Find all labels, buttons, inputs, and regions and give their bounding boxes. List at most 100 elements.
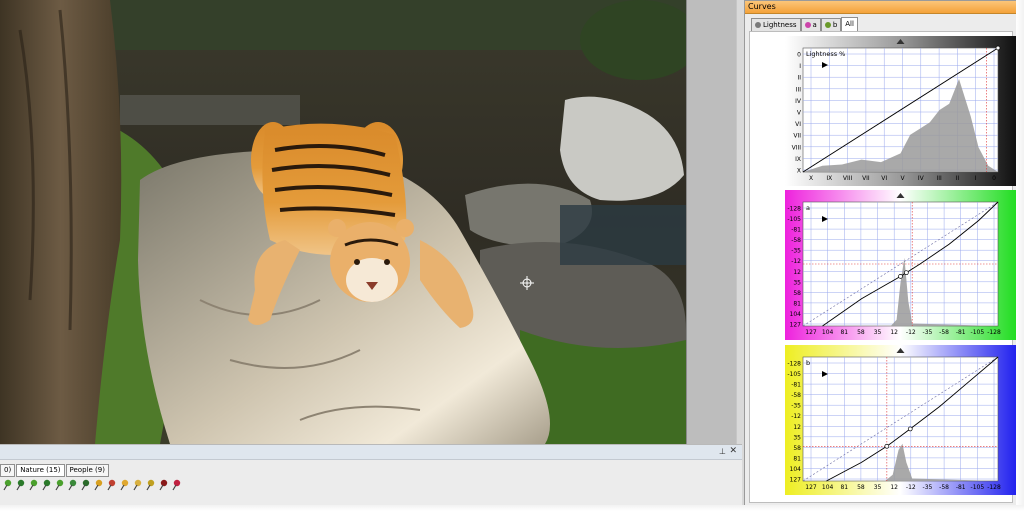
tab-people[interactable]: People (9) [65,464,109,477]
y-tick-label: -12 [791,413,801,420]
y-tick-label: -35 [791,248,801,255]
y-tick-label: -81 [791,382,801,389]
tab-lightness[interactable]: Lightness [751,18,801,31]
tab-lightness-label: Lightness [763,21,797,29]
x-tick-label: 104 [822,329,834,336]
y-tick-label: VII [793,133,801,140]
curve-node [884,443,890,449]
curve-node [907,426,913,432]
x-tick-label: -128 [987,329,1001,336]
lightness-channel-icon [755,22,761,28]
y-tick-label: 81 [793,300,801,307]
curves-panel-title: Curves [745,1,1017,14]
y-tick-label: IV [795,98,802,105]
tab-a[interactable]: a [800,18,821,31]
y-tick-label: -128 [787,206,801,213]
pin-marker-icon[interactable] [145,479,156,491]
x-tick-label: -105 [971,484,985,491]
pin-marker-icon[interactable] [67,479,78,491]
pin-icon[interactable]: ⊥ [719,447,726,456]
y-tick-label: VIII [792,144,802,151]
y-tick-label: 12 [793,424,801,431]
pin-marker-icon[interactable] [106,479,117,491]
curves-panel: Curves Lightness a b All 0 I II III IV V VI VII VII… [744,0,1018,507]
tab-b-label: b [832,21,838,29]
y-tick-label: 35 [793,434,801,441]
y-tick-label: -58 [791,392,801,399]
x-tick-label: 12 [890,329,898,336]
photo-canvas[interactable] [0,0,686,444]
y-tick-label: 58 [793,445,801,452]
window-shadow-bottom [0,505,1024,511]
y-tick-label: -35 [791,403,801,410]
x-tick-label: -128 [987,484,1001,491]
tab-previous-category[interactable]: 0) [0,464,16,477]
x-tick-label: 12 [890,484,898,491]
x-tick-label: 0 [992,175,996,182]
pin-marker-icon[interactable] [171,479,182,491]
x-tick-label: 127 [805,484,817,491]
x-tick-label: -35 [923,484,933,491]
x-tick-label: 35 [874,329,882,336]
tab-a-label: a [812,21,817,29]
y-tick-label: IX [795,156,801,163]
curve-node [903,270,909,276]
curves-area: 0 I II III IV V VI VII VIII IX X X IX VIII VII VI V IV III… [749,31,1016,503]
x-tick-label: -58 [939,329,949,336]
x-tick-label: -105 [971,329,985,336]
curve-node [898,274,903,279]
x-tick-label: 127 [805,329,817,336]
x-tick-label: 58 [857,484,865,491]
x-tick-label: II [956,175,960,182]
tab-b[interactable]: b [820,18,842,31]
y-tick-label: VI [795,121,801,128]
tab-nature[interactable]: Nature (15) [16,464,65,477]
organizer-header: ⊥ ✕ [0,445,742,460]
vertical-scroll-track[interactable] [686,0,737,444]
pin-marker-icon[interactable] [119,479,130,491]
a-curve-box[interactable]: -128 -105 -81 -58 -35 -12 12 35 58 81 104 127 127 104… [785,190,1016,340]
b-channel-icon [824,22,831,28]
y-tick-label: -128 [787,361,801,368]
x-tick-label: -81 [956,484,966,491]
a-channel-icon [804,22,811,28]
y-tick-label: -12 [791,258,801,265]
x-tick-label: IX [826,175,832,182]
pin-marker-icon[interactable] [80,479,91,491]
y-tick-label: -58 [791,237,801,244]
y-tick-label: III [796,86,802,93]
pin-marker-icon[interactable] [54,479,65,491]
x-tick-label: -35 [923,329,933,336]
b-curve-box[interactable]: -128 -105 -81 -58 -35 -12 12 35 58 81 104 127 127 104… [785,345,1016,495]
pin-marker-icon[interactable] [132,479,143,491]
x-tick-label: 35 [874,484,882,491]
x-tick-label: 104 [822,484,834,491]
x-tick-label: VII [862,175,870,182]
x-tick-label: -12 [906,329,916,336]
x-tick-label: X [809,175,813,182]
close-icon[interactable]: ✕ [729,446,737,456]
y-tick-label: -81 [791,227,801,234]
y-tick-label: II [797,75,801,82]
pin-marker-icon[interactable] [158,479,169,491]
pin-marker-icon[interactable] [28,479,39,491]
lightness-curve-box[interactable]: 0 I II III IV V VI VII VIII IX X X IX VIII VII VI V IV III… [785,36,1016,186]
tab-all[interactable]: All [841,17,858,31]
y-tick-label: 0 [797,52,801,59]
y-tick-label: -105 [787,216,801,223]
x-tick-label: -12 [906,484,916,491]
y-tick-label: 35 [793,279,801,286]
pin-marker-icon[interactable] [41,479,52,491]
y-tick-label: 81 [793,455,801,462]
pin-marker-icon[interactable] [2,479,13,491]
pin-marker-icon[interactable] [93,479,104,491]
y-tick-label: 104 [790,466,802,473]
pin-marker-icon[interactable] [15,479,26,491]
curves-channel-tabs: Lightness a b All [751,17,858,31]
x-tick-label: -81 [956,329,966,336]
y-tick-label: I [799,63,801,70]
y-tick-label: -105 [787,371,801,378]
y-tick-label: 58 [793,290,801,297]
x-tick-label: 58 [857,329,865,336]
window-shadow-right [1016,0,1024,511]
